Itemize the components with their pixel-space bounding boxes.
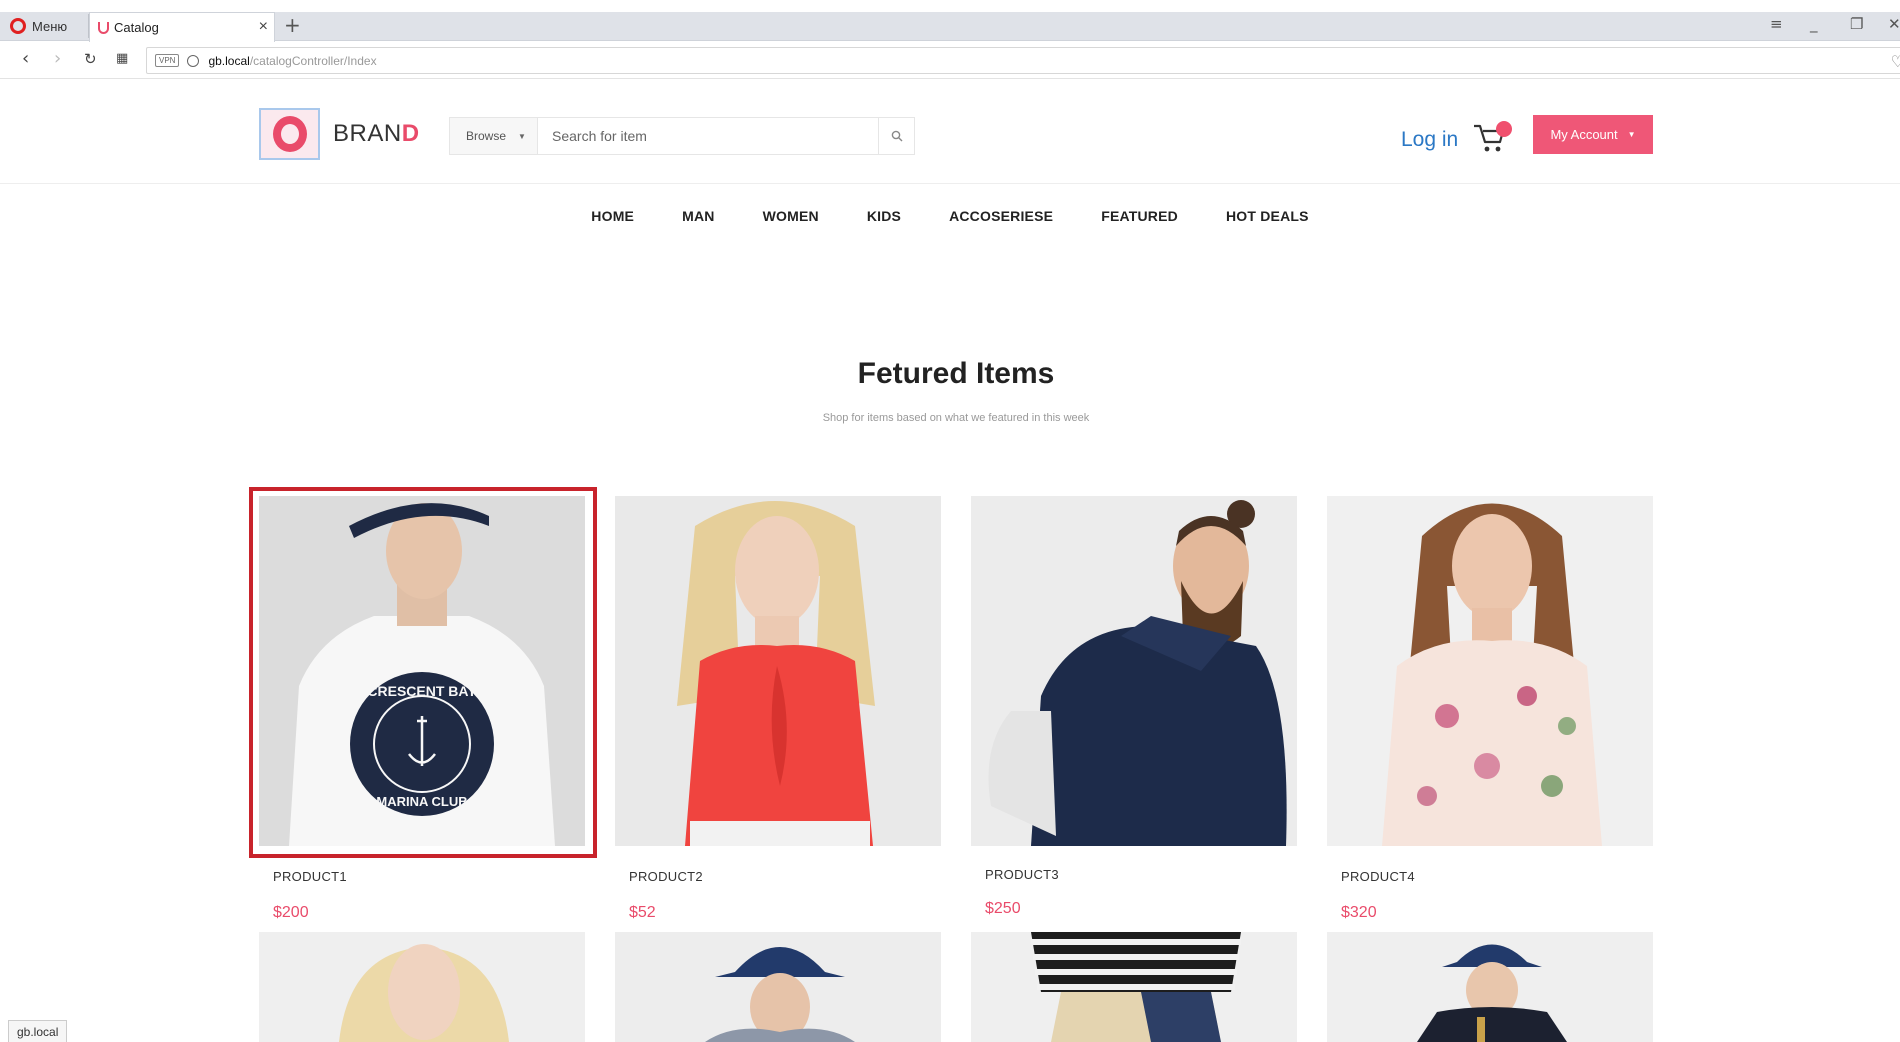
menu-item-kids[interactable]: KIDS bbox=[843, 208, 925, 224]
forward-icon[interactable]: › bbox=[54, 48, 61, 69]
menu-item-hot-deals[interactable]: HOT DEALS bbox=[1202, 208, 1333, 224]
speed-dial-icon[interactable]: ▦ bbox=[116, 51, 128, 66]
status-bar-url: gb.local bbox=[8, 1020, 68, 1042]
tab-close-icon[interactable]: × bbox=[259, 18, 268, 36]
menu-item-man[interactable]: MAN bbox=[658, 208, 738, 224]
product-price: $320 bbox=[1341, 904, 1377, 921]
product-name[interactable]: PRODUCT4 bbox=[1341, 869, 1415, 884]
product-price: $200 bbox=[273, 904, 309, 921]
restore-icon[interactable]: ❐ bbox=[1850, 15, 1863, 33]
bookmark-heart-icon[interactable]: ♡ bbox=[1891, 52, 1900, 72]
globe-icon bbox=[187, 54, 200, 67]
back-icon[interactable]: ‹ bbox=[22, 48, 29, 69]
menu-item-accessories[interactable]: ACCOSERIESE bbox=[925, 208, 1077, 224]
browser-menu-button[interactable]: Меню bbox=[10, 15, 67, 37]
vpn-badge[interactable]: VPN bbox=[155, 54, 180, 67]
featured-subtitle: Shop for items based on what we featured… bbox=[822, 412, 1090, 424]
browser-tab-bar: Меню Catalog × + ≡ _ ❐ ✕ bbox=[0, 0, 1900, 42]
browser-menu-label: Меню bbox=[32, 18, 68, 34]
search-icon[interactable] bbox=[878, 118, 914, 154]
tab-catalog[interactable]: Catalog × bbox=[89, 12, 275, 42]
cart-icon[interactable] bbox=[1472, 121, 1512, 155]
close-window-icon[interactable]: ✕ bbox=[1888, 15, 1900, 33]
new-tab-button[interactable]: + bbox=[284, 13, 301, 37]
product-price: $52 bbox=[629, 904, 656, 921]
product-card[interactable]: PRODUCT2 $52 bbox=[615, 496, 941, 921]
menu-item-featured[interactable]: FEATURED bbox=[1077, 208, 1202, 224]
product-name[interactable]: PRODUCT1 bbox=[273, 869, 347, 884]
selection-highlight bbox=[249, 487, 597, 858]
address-bar: ‹ › ↻ ▦ VPN gb.local /catalogController/… bbox=[0, 42, 1900, 79]
my-account-label: My Account bbox=[1550, 127, 1618, 142]
site-header: BRAND Browse ▼ Log in My Account ▼ bbox=[0, 80, 1900, 184]
brand-logo-icon[interactable] bbox=[259, 108, 320, 160]
product-image[interactable] bbox=[1327, 496, 1653, 846]
url-field[interactable]: VPN gb.local /catalogController/Index ♡ bbox=[146, 47, 1900, 74]
product-image[interactable] bbox=[615, 932, 941, 1042]
tab-title: Catalog bbox=[114, 20, 159, 35]
featured-title: Fetured Items bbox=[857, 357, 1055, 390]
search-bar: Browse ▼ bbox=[449, 117, 915, 155]
minimize-icon[interactable]: _ bbox=[1810, 15, 1818, 33]
url-path: /catalogController/Index bbox=[249, 53, 377, 68]
product-image[interactable] bbox=[259, 932, 585, 1042]
product-image[interactable] bbox=[615, 496, 941, 846]
login-link[interactable]: Log in bbox=[1401, 128, 1458, 152]
reload-icon[interactable]: ↻ bbox=[84, 50, 97, 68]
cart-badge bbox=[1496, 121, 1512, 137]
url-host: gb.local bbox=[208, 53, 250, 68]
product-image[interactable] bbox=[1327, 932, 1653, 1042]
browse-label: Browse bbox=[466, 129, 507, 143]
product-image[interactable] bbox=[971, 496, 1297, 846]
browse-dropdown[interactable]: Browse ▼ bbox=[450, 118, 538, 154]
product-card[interactable]: PRODUCT3 $250 bbox=[971, 496, 1297, 917]
site-favicon-icon bbox=[98, 21, 109, 34]
product-name[interactable]: PRODUCT2 bbox=[629, 869, 703, 884]
product-card[interactable]: PRODUCT4 $320 bbox=[1327, 496, 1653, 921]
main-menu: HOME MAN WOMEN KIDS ACCOSERIESE FEATURED… bbox=[0, 208, 1900, 224]
menu-item-home[interactable]: HOME bbox=[567, 208, 658, 224]
product-name[interactable]: PRODUCT3 bbox=[985, 867, 1059, 882]
caret-down-icon: ▼ bbox=[518, 131, 526, 141]
caret-down-icon: ▼ bbox=[1627, 130, 1636, 139]
search-input[interactable] bbox=[538, 118, 878, 154]
menu-item-women[interactable]: WOMEN bbox=[739, 208, 843, 224]
product-image[interactable] bbox=[971, 932, 1297, 1042]
opera-logo-icon bbox=[10, 18, 26, 34]
my-account-button[interactable]: My Account ▼ bbox=[1533, 115, 1653, 154]
product-price: $250 bbox=[985, 900, 1021, 917]
easy-setup-icon[interactable]: ≡ bbox=[1770, 15, 1783, 33]
brand-name[interactable]: BRAND bbox=[333, 120, 420, 148]
